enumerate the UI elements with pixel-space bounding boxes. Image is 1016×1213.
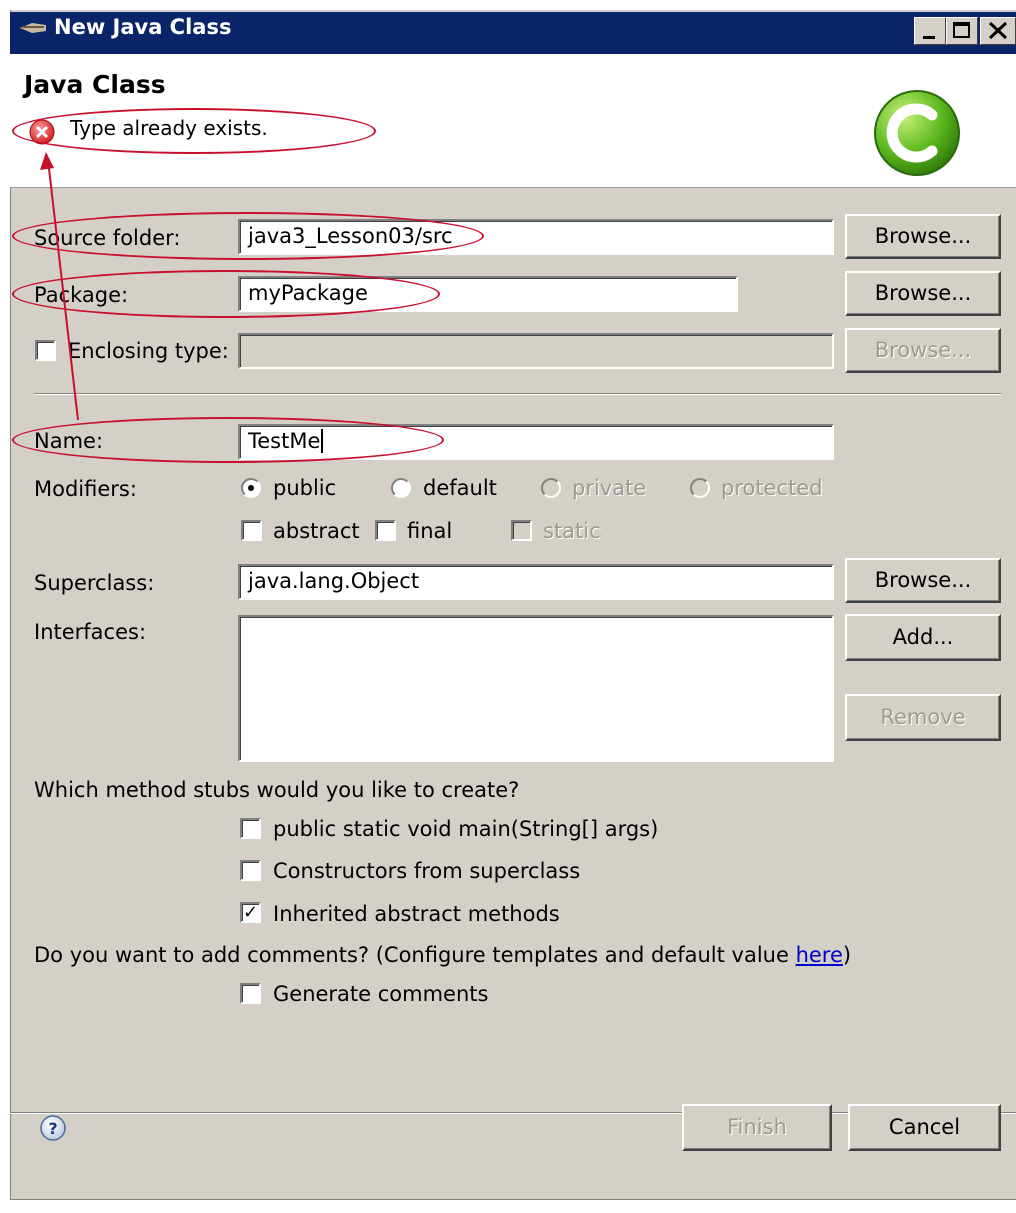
minimize-button[interactable] — [914, 17, 946, 45]
generate-comments-label: Generate comments — [273, 982, 489, 1006]
superclass-browse-button[interactable]: Browse... — [845, 558, 1001, 603]
add-interface-button[interactable]: Add... — [845, 614, 1001, 661]
comments-question-end: ) — [842, 943, 852, 967]
interfaces-list[interactable] — [238, 615, 834, 762]
static-label: static — [543, 519, 601, 543]
static-checkbox[interactable] — [511, 520, 532, 541]
annotation-ellipse-package — [12, 270, 440, 318]
maximize-button[interactable] — [946, 17, 978, 45]
page-title: Java Class — [24, 70, 166, 99]
annotation-ellipse-error — [12, 108, 376, 154]
final-label: final — [407, 519, 453, 543]
package-browse-button[interactable]: Browse... — [845, 271, 1001, 316]
minimize-icon — [923, 36, 935, 39]
superclass-label: Superclass: — [34, 571, 155, 595]
modifiers-label: Modifiers: — [34, 477, 137, 501]
public-radio-label: public — [273, 476, 337, 500]
window-title: New Java Class — [54, 15, 232, 39]
protected-radio[interactable] — [690, 478, 710, 498]
inherited-abstract-label: Inherited abstract methods — [273, 902, 560, 926]
protected-radio-label: protected — [721, 476, 823, 500]
main-method-label: public static void main(String[] args) — [273, 817, 659, 841]
comments-question-text: Do you want to add comments? (Configure … — [34, 943, 796, 967]
enclosing-type-checkbox[interactable] — [35, 340, 56, 361]
source-folder-browse-button[interactable]: Browse... — [845, 214, 1001, 259]
comments-question: Do you want to add comments? (Configure … — [34, 943, 851, 967]
public-radio[interactable] — [241, 478, 261, 498]
private-radio-label: private — [572, 476, 647, 500]
checkmark-icon: ✓ — [242, 902, 259, 923]
constructors-label: Constructors from superclass — [273, 859, 581, 883]
annotation-ellipse-source-folder — [12, 212, 484, 260]
annotation-ellipse-name — [12, 417, 444, 463]
maximize-icon — [953, 22, 970, 38]
close-button[interactable] — [980, 17, 1016, 45]
separator — [34, 393, 1001, 395]
help-glyph: ? — [48, 1119, 57, 1138]
enclosing-type-input[interactable] — [238, 333, 834, 369]
abstract-checkbox[interactable] — [241, 520, 262, 541]
main-method-checkbox[interactable] — [240, 818, 261, 839]
eclipse-window-icon — [18, 20, 48, 39]
enclosing-type-label: Enclosing type: — [68, 339, 229, 363]
inherited-abstract-checkbox[interactable]: ✓ — [240, 902, 261, 923]
help-icon: ? — [40, 1115, 66, 1141]
default-radio-label: default — [423, 476, 497, 500]
cancel-button[interactable]: Cancel — [848, 1104, 1001, 1151]
generate-comments-checkbox[interactable] — [240, 983, 261, 1004]
final-checkbox[interactable] — [375, 520, 396, 541]
private-radio[interactable] — [541, 478, 561, 498]
java-class-c-icon — [872, 88, 962, 182]
constructors-checkbox[interactable] — [240, 860, 261, 881]
interfaces-label: Interfaces: — [34, 620, 147, 644]
default-radio[interactable] — [391, 478, 411, 498]
remove-interface-button[interactable]: Remove — [845, 694, 1001, 741]
help-button[interactable]: ? — [38, 1113, 68, 1143]
enclosing-type-browse-button[interactable]: Browse... — [845, 328, 1001, 373]
abstract-label: abstract — [273, 519, 360, 543]
dialog-window — [10, 10, 1016, 1200]
superclass-input[interactable]: java.lang.Object — [238, 564, 834, 600]
close-icon — [988, 21, 1008, 40]
finish-button[interactable]: Finish — [682, 1104, 832, 1151]
method-stubs-question: Which method stubs would you like to cre… — [34, 778, 520, 802]
templates-link[interactable]: here — [796, 943, 843, 967]
